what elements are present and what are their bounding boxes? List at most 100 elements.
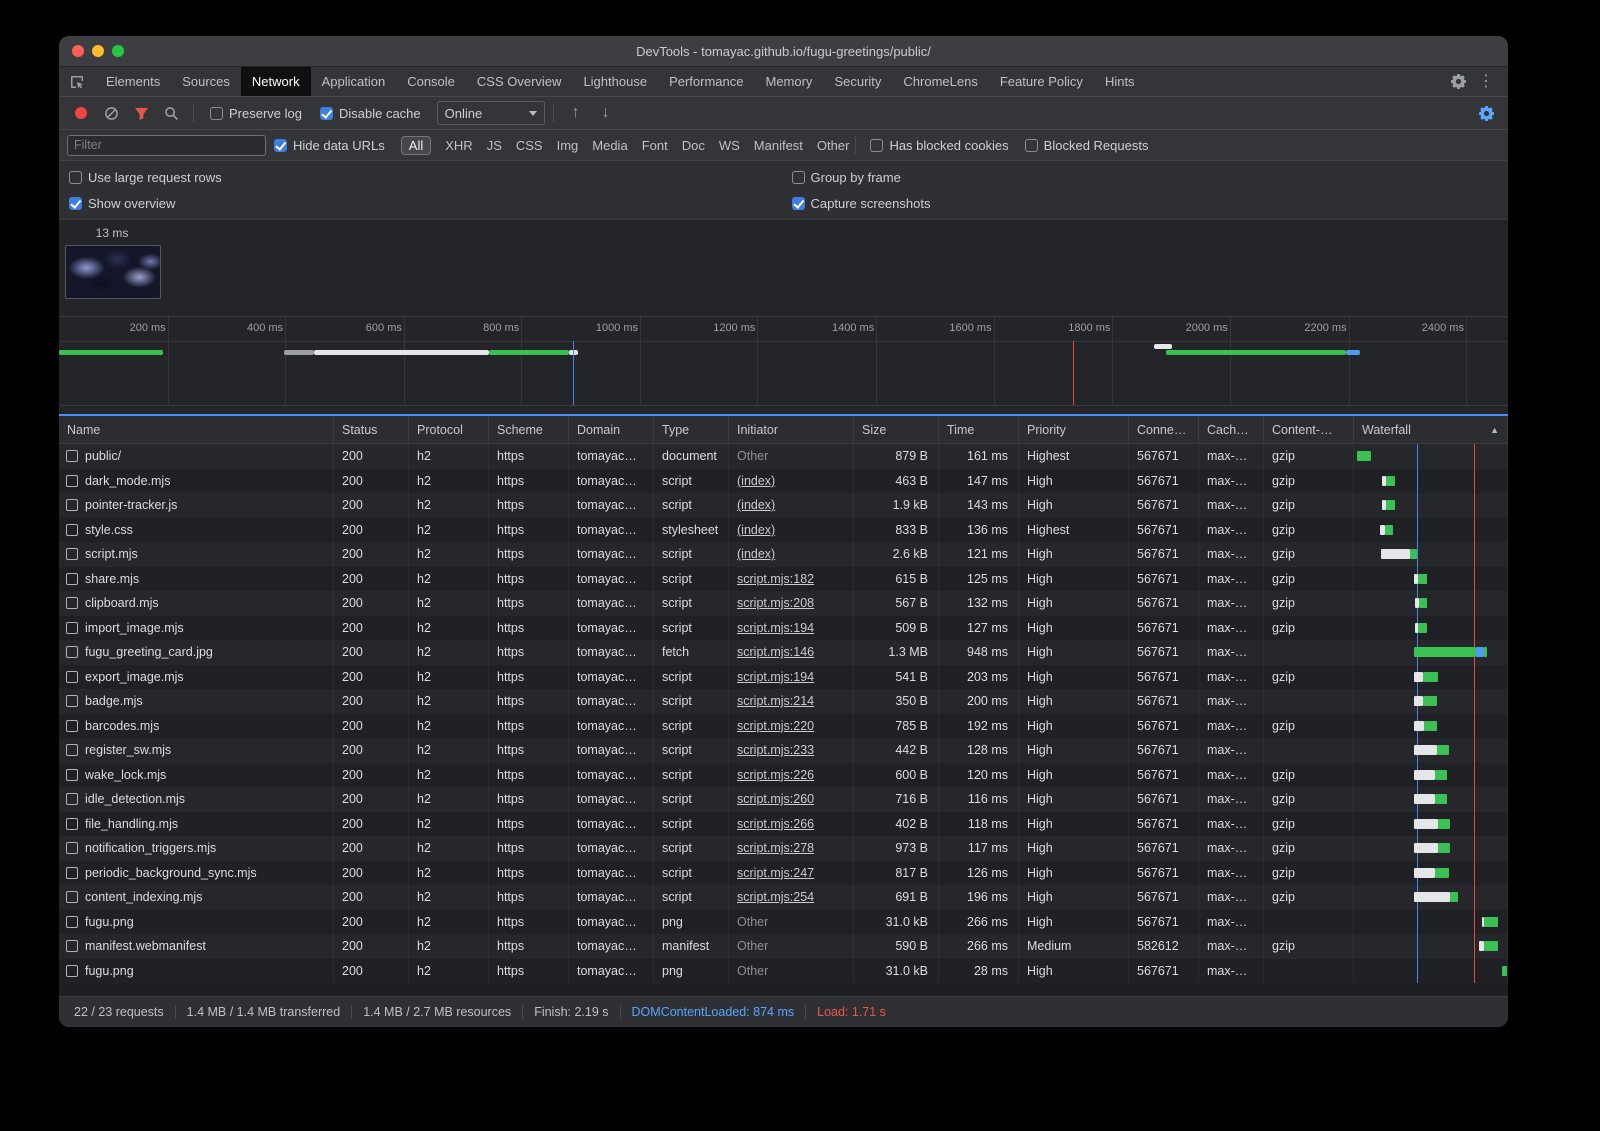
type-filter-css[interactable]: CSS: [516, 138, 543, 153]
initiator-link[interactable]: script.mjs:208: [729, 591, 854, 616]
tab-hints[interactable]: Hints: [1094, 67, 1146, 96]
column-header-cach[interactable]: Cach…: [1199, 416, 1264, 443]
maximize-button[interactable]: [112, 45, 124, 57]
initiator-link[interactable]: script.mjs:278: [729, 836, 854, 861]
tab-chromelens[interactable]: ChromeLens: [892, 67, 988, 96]
column-header-size[interactable]: Size: [854, 416, 939, 443]
request-row[interactable]: clipboard.mjs200h2httpstomayac…scriptscr…: [59, 591, 1508, 616]
column-header-type[interactable]: Type: [654, 416, 729, 443]
clear-button[interactable]: [97, 100, 125, 126]
tab-application[interactable]: Application: [311, 67, 397, 96]
column-header-content[interactable]: Content-…: [1264, 416, 1354, 443]
search-button[interactable]: [157, 100, 185, 126]
request-row[interactable]: periodic_background_sync.mjs200h2httpsto…: [59, 861, 1508, 886]
preserve-log-checkbox[interactable]: Preserve log: [202, 106, 310, 121]
request-row[interactable]: fugu.png200h2httpstomayac…pngOther31.0 k…: [59, 910, 1508, 935]
throttling-select[interactable]: Online: [437, 101, 545, 125]
filmstrip-thumbnail[interactable]: [65, 245, 161, 299]
initiator-link[interactable]: (index): [729, 542, 854, 567]
type-filter-other[interactable]: Other: [817, 138, 850, 153]
inspect-element-button[interactable]: [59, 67, 95, 96]
type-filter-xhr[interactable]: XHR: [445, 138, 472, 153]
request-row[interactable]: content_indexing.mjs200h2httpstomayac…sc…: [59, 885, 1508, 910]
tab-feature-policy[interactable]: Feature Policy: [989, 67, 1094, 96]
type-filter-ws[interactable]: WS: [719, 138, 740, 153]
overview-strip[interactable]: 200 ms400 ms600 ms800 ms1000 ms1200 ms14…: [59, 316, 1508, 406]
filter-input[interactable]: [67, 135, 266, 156]
initiator-link[interactable]: script.mjs:146: [729, 640, 854, 665]
disable-cache-checkbox[interactable]: Disable cache: [312, 106, 429, 121]
type-filter-img[interactable]: Img: [557, 138, 579, 153]
request-row[interactable]: wake_lock.mjs200h2httpstomayac…scriptscr…: [59, 763, 1508, 788]
column-header-domain[interactable]: Domain: [569, 416, 654, 443]
hide-data-urls-checkbox[interactable]: Hide data URLs: [266, 138, 393, 153]
import-har-button[interactable]: ↓: [592, 100, 620, 126]
show-overview-checkbox[interactable]: Show overview: [61, 190, 784, 216]
initiator-link[interactable]: script.mjs:260: [729, 787, 854, 812]
has-blocked-cookies-checkbox[interactable]: Has blocked cookies: [862, 138, 1016, 153]
settings-button[interactable]: [1444, 67, 1472, 96]
request-row[interactable]: public/200h2httpstomayac…documentOther87…: [59, 444, 1508, 469]
filter-toggle-button[interactable]: [127, 100, 155, 126]
group-by-frame-checkbox[interactable]: Group by frame: [784, 164, 1507, 190]
type-filter-all[interactable]: All: [401, 136, 431, 155]
initiator-link[interactable]: script.mjs:182: [729, 567, 854, 592]
type-filter-js[interactable]: JS: [487, 138, 502, 153]
initiator-link[interactable]: script.mjs:194: [729, 665, 854, 690]
request-row[interactable]: register_sw.mjs200h2httpstomayac…scripts…: [59, 738, 1508, 763]
capture-screenshots-checkbox[interactable]: Capture screenshots: [784, 190, 1507, 216]
column-header-conne[interactable]: Conne…: [1129, 416, 1199, 443]
tab-sources[interactable]: Sources: [171, 67, 241, 96]
initiator-link[interactable]: script.mjs:214: [729, 689, 854, 714]
tab-security[interactable]: Security: [823, 67, 892, 96]
initiator-link[interactable]: (index): [729, 493, 854, 518]
initiator-link[interactable]: script.mjs:194: [729, 616, 854, 641]
column-header-status[interactable]: Status: [334, 416, 409, 443]
request-row[interactable]: import_image.mjs200h2httpstomayac…script…: [59, 616, 1508, 641]
column-header-priority[interactable]: Priority: [1019, 416, 1129, 443]
request-row[interactable]: badge.mjs200h2httpstomayac…scriptscript.…: [59, 689, 1508, 714]
export-har-button[interactable]: ↑: [562, 100, 590, 126]
initiator-link[interactable]: script.mjs:254: [729, 885, 854, 910]
initiator-link[interactable]: (index): [729, 518, 854, 543]
network-settings-button[interactable]: [1472, 100, 1500, 126]
type-filter-doc[interactable]: Doc: [682, 138, 705, 153]
filmstrip-frame[interactable]: 13 ms: [65, 226, 159, 299]
tab-elements[interactable]: Elements: [95, 67, 171, 96]
tab-network[interactable]: Network: [241, 67, 311, 96]
request-row[interactable]: pointer-tracker.js200h2httpstomayac…scri…: [59, 493, 1508, 518]
record-button[interactable]: [67, 100, 95, 126]
request-row[interactable]: manifest.webmanifest200h2httpstomayac…ma…: [59, 934, 1508, 959]
tab-console[interactable]: Console: [396, 67, 466, 96]
type-filter-manifest[interactable]: Manifest: [754, 138, 803, 153]
request-row[interactable]: fugu.png200h2httpstomayac…pngOther31.0 k…: [59, 959, 1508, 984]
request-row[interactable]: notification_triggers.mjs200h2httpstomay…: [59, 836, 1508, 861]
use-large-request-rows-checkbox[interactable]: Use large request rows: [61, 164, 784, 190]
request-row[interactable]: idle_detection.mjs200h2httpstomayac…scri…: [59, 787, 1508, 812]
initiator-link[interactable]: script.mjs:266: [729, 812, 854, 837]
request-row[interactable]: fugu_greeting_card.jpg200h2httpstomayac……: [59, 640, 1508, 665]
request-row[interactable]: file_handling.mjs200h2httpstomayac…scrip…: [59, 812, 1508, 837]
column-header-protocol[interactable]: Protocol: [409, 416, 489, 443]
column-header-scheme[interactable]: Scheme: [489, 416, 569, 443]
type-filter-font[interactable]: Font: [642, 138, 668, 153]
column-header-time[interactable]: Time: [939, 416, 1019, 443]
tab-performance[interactable]: Performance: [658, 67, 754, 96]
request-row[interactable]: script.mjs200h2httpstomayac…script(index…: [59, 542, 1508, 567]
tab-memory[interactable]: Memory: [754, 67, 823, 96]
initiator-link[interactable]: (index): [729, 469, 854, 494]
tab-css-overview[interactable]: CSS Overview: [466, 67, 573, 96]
type-filter-media[interactable]: Media: [592, 138, 627, 153]
initiator-link[interactable]: script.mjs:220: [729, 714, 854, 739]
column-header-initiator[interactable]: Initiator: [729, 416, 854, 443]
close-button[interactable]: [72, 45, 84, 57]
initiator-link[interactable]: script.mjs:247: [729, 861, 854, 886]
column-header-name[interactable]: Name: [59, 416, 334, 443]
blocked-requests-checkbox[interactable]: Blocked Requests: [1017, 138, 1157, 153]
request-row[interactable]: style.css200h2httpstomayac…stylesheet(in…: [59, 518, 1508, 543]
request-row[interactable]: share.mjs200h2httpstomayac…scriptscript.…: [59, 567, 1508, 592]
column-header-waterfall[interactable]: Waterfall▲: [1354, 416, 1508, 443]
initiator-link[interactable]: script.mjs:233: [729, 738, 854, 763]
request-row[interactable]: barcodes.mjs200h2httpstomayac…scriptscri…: [59, 714, 1508, 739]
more-options-button[interactable]: ⋮: [1472, 67, 1500, 96]
